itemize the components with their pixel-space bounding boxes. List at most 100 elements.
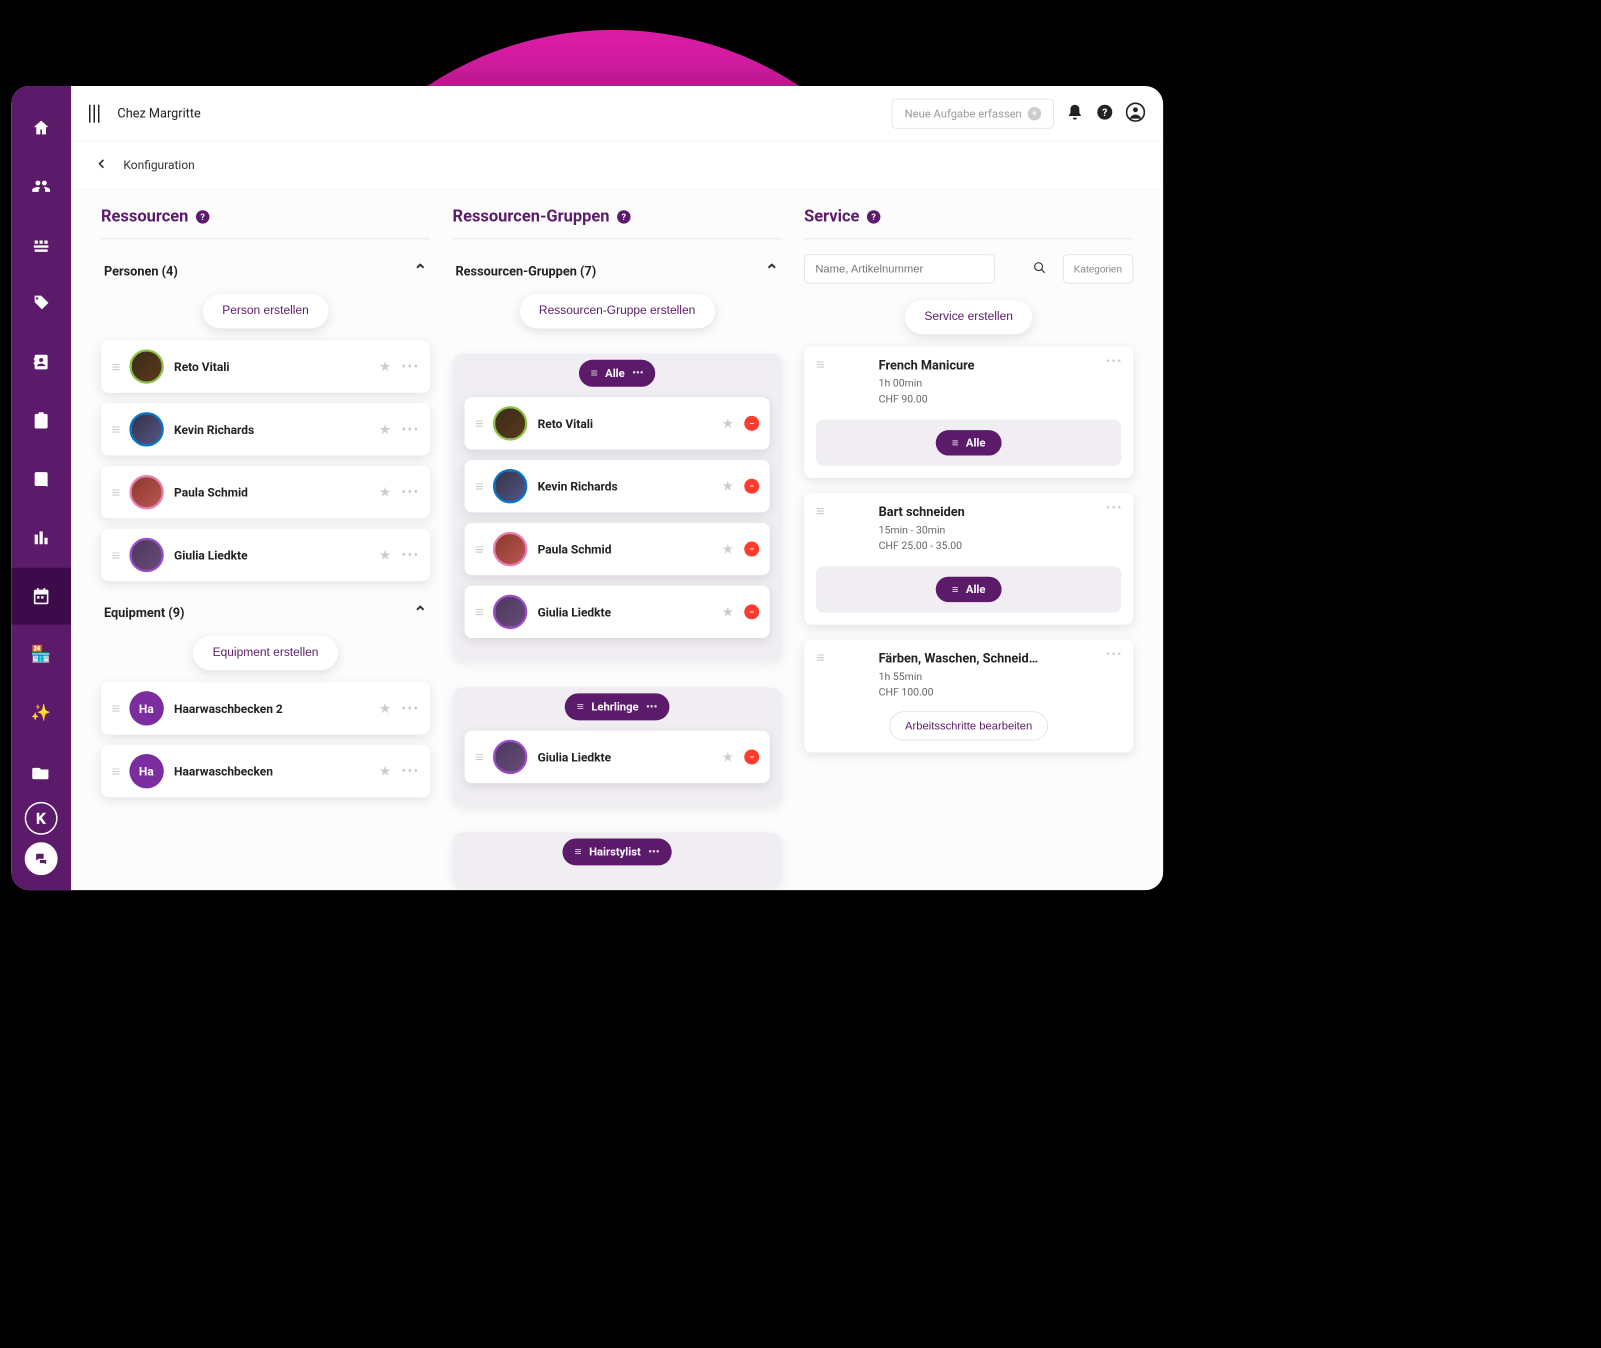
drag-handle-icon[interactable]: ≡	[475, 752, 482, 761]
group-chip[interactable]: ≡ Lehrlinge •••	[565, 693, 669, 720]
remove-button[interactable]: −	[744, 542, 759, 557]
equipment-group-header[interactable]: Equipment (9)	[101, 596, 430, 630]
person-card[interactable]: ≡ Kevin Richards ★ •••	[101, 403, 430, 455]
star-icon[interactable]: ★	[379, 763, 391, 779]
service-search-input[interactable]	[804, 254, 995, 283]
more-options-button[interactable]: •••	[402, 484, 420, 500]
menu-toggle[interactable]	[89, 104, 99, 122]
help-icon[interactable]: ?	[617, 210, 630, 223]
remove-button[interactable]: −	[744, 416, 759, 431]
person-card[interactable]: ≡ Giulia Liedkte ★ −	[465, 586, 770, 638]
sidebar-tags[interactable]	[11, 275, 71, 332]
edit-steps-button[interactable]: Arbeitsschritte bearbeiten	[889, 711, 1048, 740]
star-icon[interactable]: ★	[379, 484, 391, 500]
more-options-button[interactable]: •••	[632, 367, 643, 379]
categories-button[interactable]: Kategorien	[1063, 254, 1134, 283]
sidebar-reports[interactable]	[11, 509, 71, 566]
help-icon[interactable]: ?	[867, 210, 880, 223]
sidebar-addressbook[interactable]	[11, 334, 71, 391]
sidebar-tasks[interactable]	[11, 392, 71, 449]
more-options-button[interactable]: •••	[1106, 647, 1123, 661]
sidebar-pos[interactable]	[11, 217, 71, 274]
help-button[interactable]: ?	[1096, 103, 1114, 124]
more-options-button[interactable]: •••	[402, 547, 420, 563]
more-options-button[interactable]: •••	[402, 701, 420, 717]
drag-handle-icon[interactable]: ≡	[111, 425, 118, 434]
sidebar-documents[interactable]	[11, 451, 71, 508]
create-group-button[interactable]: Ressourcen-Gruppe erstellen	[519, 294, 714, 328]
drag-handle-icon[interactable]: ≡	[475, 607, 482, 616]
more-options-button[interactable]: •••	[648, 846, 659, 858]
back-button[interactable]	[95, 157, 108, 173]
drag-handle-icon[interactable]: ≡	[475, 482, 482, 491]
more-options-button[interactable]: •••	[646, 701, 657, 713]
group-chip[interactable]: ≡ Hairstylist •••	[563, 839, 672, 866]
star-icon[interactable]: ★	[379, 547, 391, 563]
person-card[interactable]: ≡ Paula Schmid ★ •••	[101, 466, 430, 518]
group-chip[interactable]: ≡ Alle •••	[579, 360, 656, 387]
star-icon[interactable]: ★	[722, 416, 734, 432]
avatar	[129, 475, 163, 509]
drag-handle-icon[interactable]: ≡	[111, 704, 118, 713]
sidebar-marketplace[interactable]: 🏪	[11, 626, 71, 683]
star-icon[interactable]: ★	[722, 604, 734, 620]
chat-button[interactable]	[25, 842, 58, 875]
person-card[interactable]: ≡ Reto Vitali ★ •••	[101, 340, 430, 392]
star-icon[interactable]: ★	[722, 541, 734, 557]
account-button[interactable]	[1126, 102, 1145, 124]
drag-handle-icon[interactable]: ≡	[591, 366, 598, 381]
person-card[interactable]: ≡ Giulia Liedkte ★ •••	[101, 529, 430, 581]
more-options-button[interactable]: •••	[402, 359, 420, 375]
more-options-button[interactable]: •••	[1106, 354, 1123, 368]
star-icon[interactable]: ★	[379, 421, 391, 437]
sidebar-extra[interactable]: ✨	[11, 685, 71, 742]
sidebar-archive[interactable]	[11, 743, 71, 800]
drag-handle-icon[interactable]: ≡	[816, 505, 823, 554]
drag-handle-icon[interactable]: ≡	[952, 436, 959, 449]
create-person-button[interactable]: Person erstellen	[203, 294, 328, 328]
create-service-button[interactable]: Service erstellen	[905, 300, 1032, 334]
sidebar-contacts[interactable]	[11, 158, 71, 215]
drag-handle-icon[interactable]: ≡	[111, 767, 118, 776]
sidebar-home[interactable]	[11, 99, 71, 156]
sidebar-calendar[interactable]	[11, 568, 71, 625]
help-icon[interactable]: ?	[196, 210, 209, 223]
drag-handle-icon[interactable]: ≡	[577, 699, 584, 714]
notifications-button[interactable]	[1066, 103, 1084, 124]
equipment-card[interactable]: ≡ Ha Haarwaschbecken 2 ★ •••	[101, 682, 430, 734]
drag-handle-icon[interactable]: ≡	[816, 358, 823, 407]
drag-handle-icon[interactable]: ≡	[575, 844, 582, 859]
drag-handle-icon[interactable]: ≡	[111, 551, 118, 560]
remove-button[interactable]: −	[744, 479, 759, 494]
remove-button[interactable]: −	[744, 749, 759, 764]
drag-handle-icon[interactable]: ≡	[475, 545, 482, 554]
drag-handle-icon[interactable]: ≡	[475, 419, 482, 428]
service-card[interactable]: ••• ≡ French Manicure 1h 00min CHF 90.00…	[804, 346, 1133, 478]
service-step-chip[interactable]: ≡ Alle	[935, 577, 1001, 602]
new-task-button[interactable]: Neue Aufgabe erfassen +	[892, 98, 1054, 128]
star-icon[interactable]: ★	[722, 749, 734, 765]
groups-group-header[interactable]: Ressourcen-Gruppen (7)	[453, 254, 782, 288]
create-equipment-button[interactable]: Equipment erstellen	[193, 636, 338, 670]
person-card[interactable]: ≡ Kevin Richards ★ −	[465, 460, 770, 512]
drag-handle-icon[interactable]: ≡	[111, 488, 118, 497]
more-options-button[interactable]: •••	[402, 421, 420, 437]
equipment-card[interactable]: ≡ Ha Haarwaschbecken ★ •••	[101, 745, 430, 797]
persons-group-header[interactable]: Personen (4)	[101, 254, 430, 288]
drag-handle-icon[interactable]: ≡	[952, 583, 959, 596]
remove-button[interactable]: −	[744, 604, 759, 619]
star-icon[interactable]: ★	[722, 478, 734, 494]
person-card[interactable]: ≡ Paula Schmid ★ −	[465, 523, 770, 575]
star-icon[interactable]: ★	[379, 359, 391, 375]
service-card[interactable]: ••• ≡ Färben, Waschen, Schneid… 1h 55min…	[804, 640, 1133, 753]
brand-button[interactable]	[25, 802, 58, 835]
more-options-button[interactable]: •••	[402, 763, 420, 779]
drag-handle-icon[interactable]: ≡	[816, 652, 823, 701]
more-options-button[interactable]: •••	[1106, 500, 1123, 514]
person-card[interactable]: ≡ Giulia Liedkte ★ −	[465, 731, 770, 783]
star-icon[interactable]: ★	[379, 701, 391, 717]
person-card[interactable]: ≡ Reto Vitali ★ −	[465, 397, 770, 449]
service-card[interactable]: ••• ≡ Bart schneiden 15min - 30min CHF 2…	[804, 493, 1133, 625]
service-step-chip[interactable]: ≡ Alle	[935, 430, 1001, 455]
drag-handle-icon[interactable]: ≡	[111, 362, 118, 371]
